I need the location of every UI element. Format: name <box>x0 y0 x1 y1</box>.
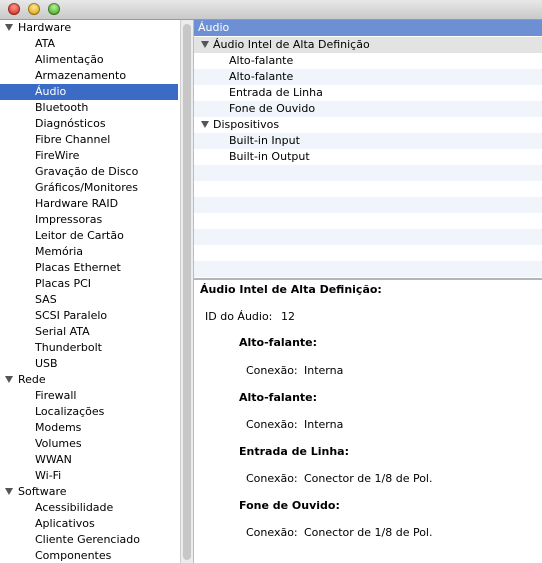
sidebar-item-localizacoes[interactable]: Localizações <box>0 404 178 420</box>
sidebar-item-armazenamento[interactable]: Armazenamento <box>0 68 178 84</box>
table-empty-row <box>194 245 542 261</box>
sidebar-category-hardware[interactable]: Hardware <box>0 20 178 36</box>
minimize-window-button[interactable] <box>28 3 40 15</box>
sidebar-category-label: Hardware <box>18 21 72 34</box>
sidebar-category-label: Rede <box>18 373 46 386</box>
sidebar-category-software[interactable]: Software <box>0 484 178 500</box>
sidebar-item-aplicativos[interactable]: Aplicativos <box>0 516 178 532</box>
detail-connection-label: Conexão: <box>246 364 298 377</box>
detail-connection-value: Conector de 1/8 de Pol. <box>304 526 433 539</box>
sidebar-item-volumes[interactable]: Volumes <box>0 436 178 452</box>
table-row[interactable]: Entrada de Linha <box>194 85 542 101</box>
detail-pane: Áudio Intel de Alta Definição: ID do Áud… <box>194 280 542 563</box>
sidebar-category-rede[interactable]: Rede <box>0 372 178 388</box>
table-empty-row <box>194 197 542 213</box>
detail-section-title: Alto-falante: <box>239 336 318 349</box>
detail-section-title: Alto-falante: <box>239 391 318 404</box>
sidebar-category-label: Software <box>18 485 67 498</box>
table-row[interactable]: Built-in Input <box>194 133 542 149</box>
disclosure-triangle-icon[interactable] <box>5 376 13 383</box>
zoom-window-button[interactable] <box>48 3 60 15</box>
sidebar-scrollbar[interactable] <box>180 20 194 563</box>
detail-title: Áudio Intel de Alta Definição: <box>200 283 382 296</box>
sidebar-item-firewall[interactable]: Firewall <box>0 388 178 404</box>
sidebar: Hardware ATA Alimentação Armazenamento Á… <box>0 20 180 563</box>
sidebar-item-cliente-gerenciado[interactable]: Cliente Gerenciado <box>0 532 178 548</box>
table-empty-row <box>194 213 542 229</box>
detail-section-title: Entrada de Linha: <box>239 445 350 458</box>
sidebar-item-modems[interactable]: Modems <box>0 420 178 436</box>
sidebar-item-acessibilidade[interactable]: Acessibilidade <box>0 500 178 516</box>
table-group-label: Dispositivos <box>213 118 280 131</box>
sidebar-item-diagnosticos[interactable]: Diagnósticos <box>0 116 178 132</box>
table-empty-row <box>194 165 542 181</box>
sidebar-item-impressoras[interactable]: Impressoras <box>0 212 178 228</box>
sidebar-item-memoria[interactable]: Memória <box>0 244 178 260</box>
detail-id-label: ID do Áudio: <box>205 310 273 323</box>
sidebar-item-scsi-paralelo[interactable]: SCSI Paralelo <box>0 308 178 324</box>
table-row[interactable]: Fone de Ouvido <box>194 101 542 117</box>
table-empty-row <box>194 229 542 245</box>
sidebar-item-graficos-monitores[interactable]: Gráficos/Monitores <box>0 180 178 196</box>
sidebar-item-gravacao-de-disco[interactable]: Gravação de Disco <box>0 164 178 180</box>
disclosure-triangle-icon[interactable] <box>5 488 13 495</box>
detail-section-title: Fone de Ouvido: <box>239 499 340 512</box>
close-window-button[interactable] <box>8 3 20 15</box>
window-titlebar <box>0 0 542 20</box>
detail-connection-value: Conector de 1/8 de Pol. <box>304 472 433 485</box>
disclosure-triangle-icon[interactable] <box>201 121 209 128</box>
sidebar-item-firewire[interactable]: FireWire <box>0 148 178 164</box>
sidebar-item-alimentacao[interactable]: Alimentação <box>0 52 178 68</box>
detail-connection-label: Conexão: <box>246 526 298 539</box>
sidebar-item-fibre-channel[interactable]: Fibre Channel <box>0 132 178 148</box>
table-group-label: Áudio Intel de Alta Definição <box>213 38 370 51</box>
table-row[interactable]: Alto-falante <box>194 53 542 69</box>
table-empty-row <box>194 261 542 277</box>
sidebar-item-usb[interactable]: USB <box>0 356 178 372</box>
sidebar-item-wi-fi[interactable]: Wi-Fi <box>0 468 178 484</box>
detail-connection-label: Conexão: <box>246 472 298 485</box>
sidebar-item-ata[interactable]: ATA <box>0 36 178 52</box>
table-group-intel-hda[interactable]: Áudio Intel de Alta Definição <box>194 37 542 53</box>
sidebar-item-placas-ethernet[interactable]: Placas Ethernet <box>0 260 178 276</box>
table-group-dispositivos[interactable]: Dispositivos <box>194 117 542 133</box>
sidebar-item-componentes[interactable]: Componentes <box>0 548 178 563</box>
sidebar-item-hardware-raid[interactable]: Hardware RAID <box>0 196 178 212</box>
audio-device-table: Áudio Áudio Intel de Alta Definição Alto… <box>194 20 542 278</box>
detail-id-value: 12 <box>281 310 295 323</box>
sidebar-item-audio[interactable]: Áudio <box>0 84 178 100</box>
disclosure-triangle-icon[interactable] <box>5 24 13 31</box>
table-header[interactable]: Áudio <box>194 20 542 36</box>
sidebar-item-placas-pci[interactable]: Placas PCI <box>0 276 178 292</box>
table-row[interactable]: Alto-falante <box>194 69 542 85</box>
detail-connection-label: Conexão: <box>246 418 298 431</box>
sidebar-item-leitor-de-cartao[interactable]: Leitor de Cartão <box>0 228 178 244</box>
table-empty-row <box>194 181 542 197</box>
sidebar-item-bluetooth[interactable]: Bluetooth <box>0 100 178 116</box>
detail-connection-value: Interna <box>304 364 344 377</box>
detail-connection-value: Interna <box>304 418 344 431</box>
sidebar-scrollbar-thumb[interactable] <box>183 24 191 560</box>
table-row[interactable]: Built-in Output <box>194 149 542 165</box>
disclosure-triangle-icon[interactable] <box>201 41 209 48</box>
sidebar-item-sas[interactable]: SAS <box>0 292 178 308</box>
sidebar-item-thunderbolt[interactable]: Thunderbolt <box>0 340 178 356</box>
sidebar-item-wwan[interactable]: WWAN <box>0 452 178 468</box>
sidebar-item-serial-ata[interactable]: Serial ATA <box>0 324 178 340</box>
